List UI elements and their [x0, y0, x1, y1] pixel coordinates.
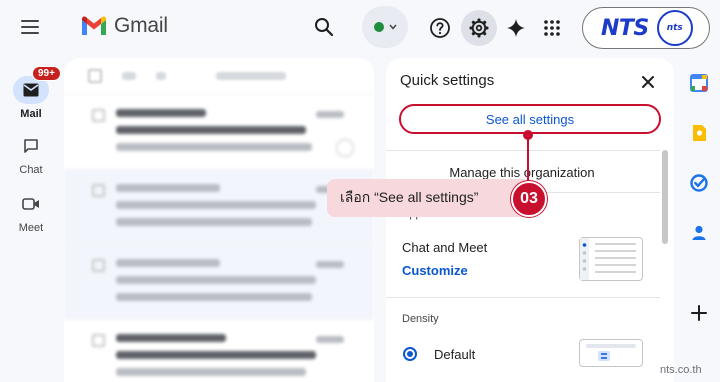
- video-camera-icon: [13, 190, 49, 218]
- pagination-text: [216, 72, 286, 80]
- step-number-badge: 03: [511, 181, 547, 217]
- row-checkbox[interactable]: [92, 184, 105, 197]
- rail-item-label: Meet: [18, 222, 44, 234]
- customize-link[interactable]: Customize: [402, 263, 468, 278]
- row-checkbox[interactable]: [92, 334, 105, 347]
- density-preview: [579, 339, 643, 367]
- mail-row[interactable]: [64, 244, 374, 319]
- sender-text: [116, 184, 220, 192]
- scrollbar[interactable]: [662, 150, 668, 244]
- tasks-icon[interactable]: [690, 174, 708, 192]
- help-button[interactable]: [422, 10, 458, 46]
- sparkle-icon: [507, 19, 525, 37]
- snippet-text: [116, 143, 312, 151]
- help-icon: [430, 18, 450, 38]
- refresh-icon[interactable]: [122, 72, 136, 80]
- gmail-logo[interactable]: Gmail: [80, 14, 168, 38]
- rail-item-mail[interactable]: 99+ Mail: [0, 66, 62, 120]
- divider: [386, 150, 660, 151]
- select-all-checkbox[interactable]: [88, 69, 102, 83]
- side-panel-rail: [684, 58, 720, 382]
- row-checkbox[interactable]: [92, 259, 105, 272]
- keep-icon[interactable]: [690, 124, 708, 142]
- snippet-text: [116, 368, 306, 376]
- active-status-dot: [373, 22, 384, 32]
- snippet-text: [116, 293, 312, 301]
- apps-button[interactable]: [534, 10, 570, 46]
- sender-text: [116, 109, 206, 117]
- quick-settings-panel: Quick settings See all settings Manage t…: [386, 58, 674, 382]
- density-default-radio[interactable]: [403, 347, 417, 361]
- mail-toolbar: [64, 58, 374, 94]
- rail-item-chat[interactable]: Chat: [0, 132, 62, 176]
- watermark: nts.co.th: [660, 364, 702, 376]
- gear-icon: [469, 18, 489, 38]
- app-name: Gmail: [114, 14, 168, 37]
- main-menu-icon[interactable]: [21, 20, 39, 34]
- rail-item-label: Chat: [19, 164, 43, 176]
- instruction-callout: เลือก “See all settings”: [327, 179, 525, 217]
- density-default-label[interactable]: Default: [434, 347, 475, 362]
- status-selector[interactable]: [362, 6, 408, 48]
- contacts-icon[interactable]: [690, 224, 708, 242]
- date-text: [316, 261, 344, 268]
- chat-meet-label: Chat and Meet: [402, 240, 488, 255]
- sender-text: [116, 334, 226, 342]
- unread-badge: 99+: [32, 66, 61, 81]
- close-icon: [642, 76, 654, 88]
- date-text: [316, 336, 344, 343]
- row-checkbox[interactable]: [92, 109, 105, 122]
- chevron-down-icon: [388, 24, 397, 30]
- more-icon[interactable]: [156, 72, 166, 80]
- mail-row[interactable]: [64, 319, 374, 382]
- subject-text: [116, 351, 316, 359]
- divider: [386, 297, 660, 298]
- callout-anchor-dot: [523, 130, 533, 140]
- search-icon[interactable]: [313, 16, 335, 38]
- callout-connector: [527, 134, 529, 186]
- density-section-heading: Density: [402, 313, 439, 325]
- brand-logo-text: NTS: [601, 15, 649, 41]
- mail-row[interactable]: [64, 94, 374, 169]
- rail-item-label: Mail: [20, 108, 42, 120]
- date-text: [316, 111, 344, 118]
- account-button[interactable]: NTS nts: [582, 7, 710, 49]
- brand-avatar: nts: [656, 10, 693, 46]
- apps-layout-preview: [579, 237, 643, 281]
- chat-icon: [13, 132, 49, 160]
- mail-icon: 99+: [13, 66, 61, 104]
- apps-grid-icon: [544, 20, 560, 36]
- sender-text: [116, 259, 220, 267]
- gmail-m-icon: [82, 16, 106, 35]
- snooze-icon[interactable]: [336, 139, 354, 157]
- calendar-icon[interactable]: [690, 74, 708, 92]
- mail-list: [64, 58, 374, 382]
- snippet-text: [116, 218, 312, 226]
- subject-text: [116, 201, 316, 209]
- gemini-button[interactable]: [498, 10, 534, 46]
- add-addon-icon[interactable]: [690, 304, 708, 322]
- rail-item-meet[interactable]: Meet: [0, 190, 62, 234]
- close-button[interactable]: [636, 70, 660, 94]
- settings-button[interactable]: [461, 10, 497, 46]
- left-rail: 99+ Mail Chat Meet: [0, 0, 62, 382]
- subject-text: [116, 126, 306, 134]
- subject-text: [116, 276, 316, 284]
- manage-organization-link[interactable]: Manage this organization: [386, 165, 658, 180]
- quick-settings-title: Quick settings: [400, 72, 495, 89]
